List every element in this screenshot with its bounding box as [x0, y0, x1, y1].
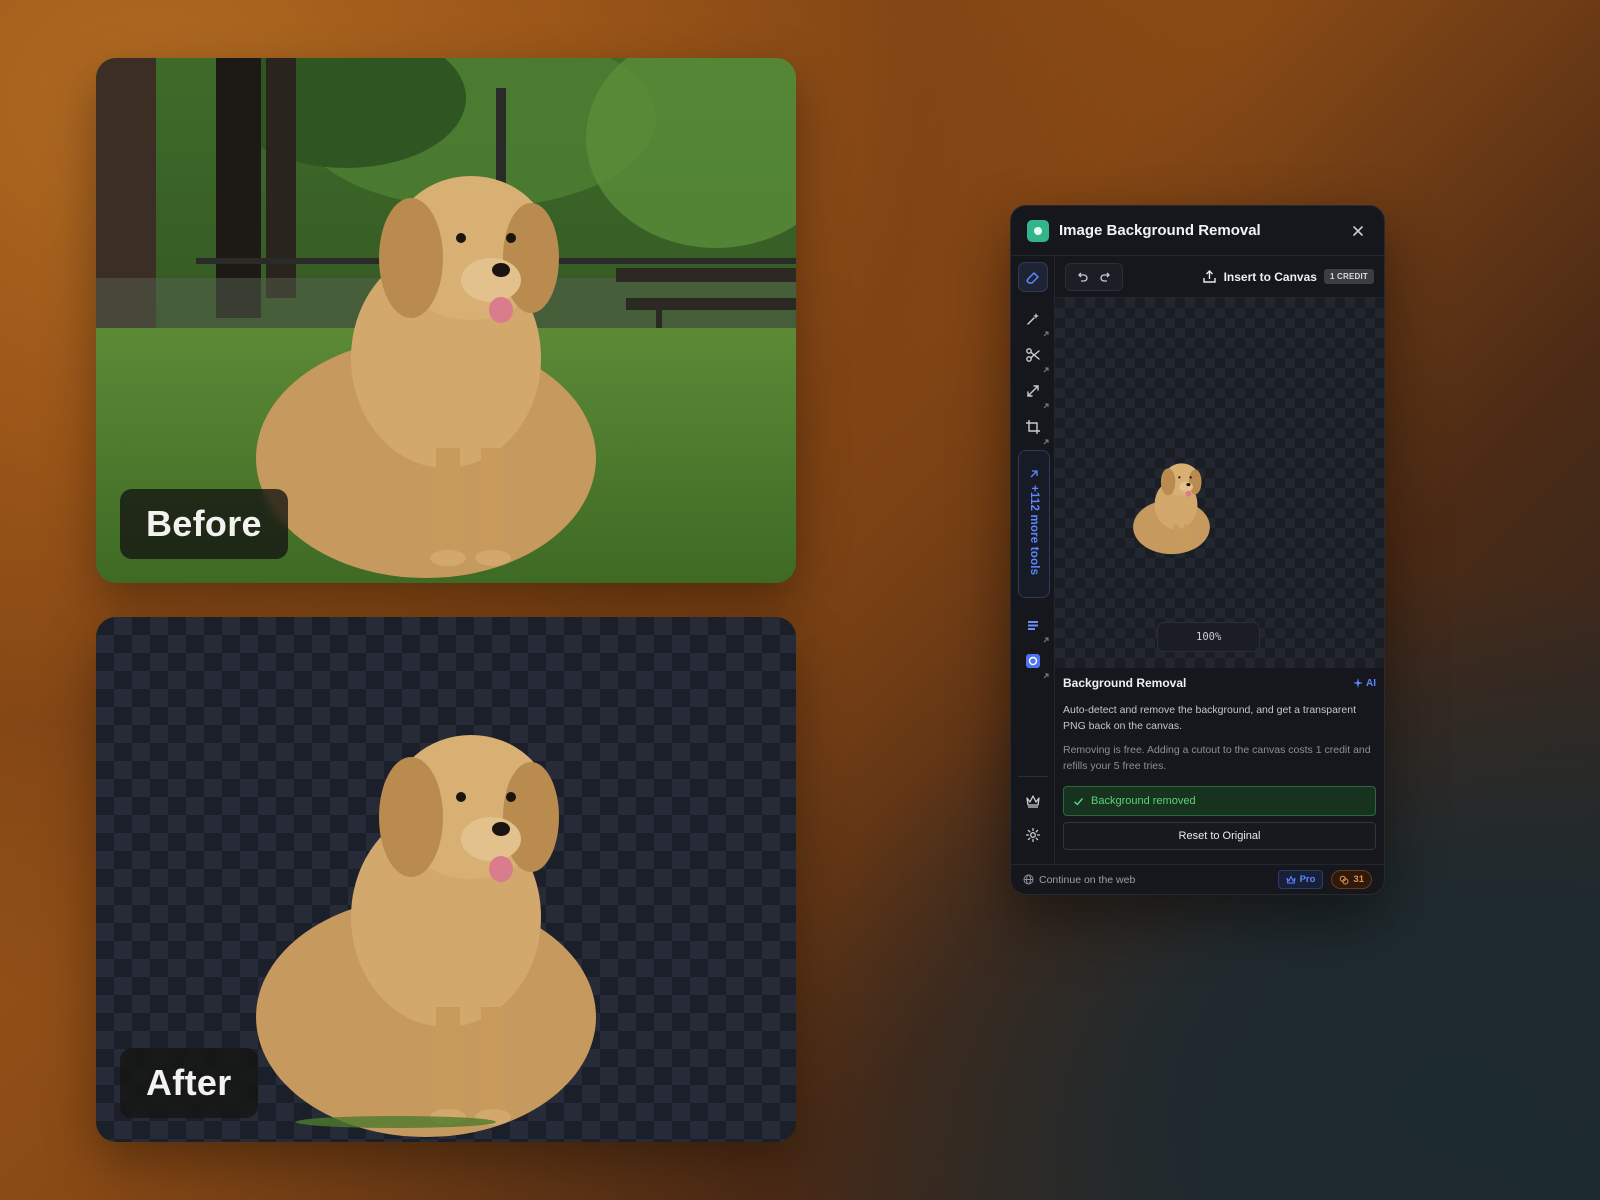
credits-balance-badge[interactable]: 31	[1331, 870, 1372, 889]
continue-on-web-label: Continue on the web	[1039, 873, 1136, 886]
ai-badge: AI	[1353, 678, 1376, 689]
after-card: After	[96, 617, 796, 1142]
globe-icon	[1023, 874, 1034, 885]
premium-button[interactable]	[1018, 786, 1048, 816]
crop-icon	[1026, 420, 1040, 434]
upload-icon	[1202, 270, 1216, 283]
credit-cost-badge: 1 CREDIT	[1323, 269, 1374, 284]
sparkle-icon	[1353, 678, 1363, 688]
more-tools-button[interactable]: +112 more tools	[1018, 450, 1050, 598]
eraser-icon	[1026, 272, 1039, 284]
status-success-banner: Background removed	[1063, 786, 1376, 816]
pro-label: Pro	[1299, 874, 1316, 885]
zoom-level: 100%	[1196, 631, 1222, 643]
layers-icon	[1028, 621, 1038, 630]
eraser-tool-button[interactable]	[1018, 262, 1048, 292]
reset-to-original-button[interactable]: Reset to Original	[1063, 822, 1376, 850]
credits-count: 31	[1353, 874, 1364, 885]
fullscreen-button[interactable]	[1267, 622, 1297, 652]
tool-title: Background Removal	[1063, 676, 1187, 690]
pricing-note: Removing is free. Adding a cutout to the…	[1063, 744, 1371, 772]
scissors-tool-button[interactable]	[1018, 340, 1049, 373]
zoom-out-button[interactable]	[1164, 626, 1186, 648]
crown-icon	[1026, 795, 1040, 808]
panel-footer: Continue on the web Pro 31	[1011, 864, 1384, 894]
close-icon	[1353, 225, 1363, 236]
settings-button[interactable]	[1018, 820, 1048, 850]
undo-icon	[1078, 272, 1088, 282]
panel-header: Image Background Removal	[1011, 206, 1384, 256]
undo-button[interactable]	[1070, 265, 1094, 289]
arrow-up-right-icon	[1030, 470, 1038, 478]
magic-tool-button[interactable]	[1018, 304, 1049, 337]
editor-toolbar: Insert to Canvas 1 CREDIT	[1055, 256, 1384, 298]
preview-cutout-image	[1133, 463, 1210, 555]
before-label: Before	[120, 489, 288, 559]
tool-sidebar: +112 more tools	[1011, 256, 1055, 864]
after-label: After	[120, 1048, 258, 1118]
history-controls	[1065, 262, 1123, 291]
resize-tool-button[interactable]	[1018, 376, 1049, 409]
preview-canvas[interactable]: 100%	[1055, 298, 1384, 668]
redo-icon	[1100, 272, 1110, 282]
tool-info: Background Removal AI Auto-detect and re…	[1063, 676, 1376, 850]
coins-icon	[1340, 875, 1349, 884]
external-arrow-icon	[1043, 367, 1049, 373]
status-message: Background removed	[1091, 795, 1196, 807]
external-arrow-icon	[1043, 673, 1049, 679]
close-button[interactable]	[1348, 221, 1368, 241]
sparkle-wand-icon	[1027, 313, 1039, 325]
insert-to-canvas-label: Insert to Canvas	[1223, 269, 1317, 284]
external-arrow-icon	[1043, 331, 1049, 337]
gear-icon	[1025, 827, 1041, 843]
more-tools-label: +112 more tools	[1028, 485, 1040, 576]
scissors-icon	[1026, 348, 1040, 362]
check-icon	[1074, 797, 1084, 806]
external-arrow-icon	[1043, 403, 1049, 409]
crown-icon	[1286, 874, 1296, 883]
shape-tool-button[interactable]	[1018, 646, 1049, 679]
tool-description: Auto-detect and remove the background, a…	[1063, 704, 1357, 732]
text-tool-button[interactable]	[1018, 610, 1049, 643]
insert-to-canvas-button[interactable]: Insert to Canvas 1 CREDIT	[1202, 269, 1374, 284]
crop-tool-button[interactable]	[1018, 412, 1049, 445]
ai-badge-label: AI	[1366, 677, 1376, 689]
zoom-controls: 100%	[1157, 622, 1261, 652]
app-logo-icon	[1027, 219, 1049, 242]
before-card: Before	[96, 58, 796, 583]
redo-button[interactable]	[1094, 265, 1118, 289]
circle-square-icon	[1026, 654, 1040, 668]
external-arrow-icon	[1043, 439, 1049, 445]
zoom-in-button[interactable]	[1231, 626, 1253, 648]
sidebar-divider	[1018, 776, 1048, 777]
panel-title: Image Background Removal	[1059, 222, 1261, 239]
background-removal-panel: Image Background Removal +112 more tools…	[1010, 205, 1385, 895]
expand-arrows-icon	[1027, 385, 1039, 397]
continue-on-web-link[interactable]: Continue on the web	[1023, 874, 1278, 886]
external-arrow-icon	[1043, 637, 1049, 643]
pro-badge[interactable]: Pro	[1277, 870, 1324, 889]
